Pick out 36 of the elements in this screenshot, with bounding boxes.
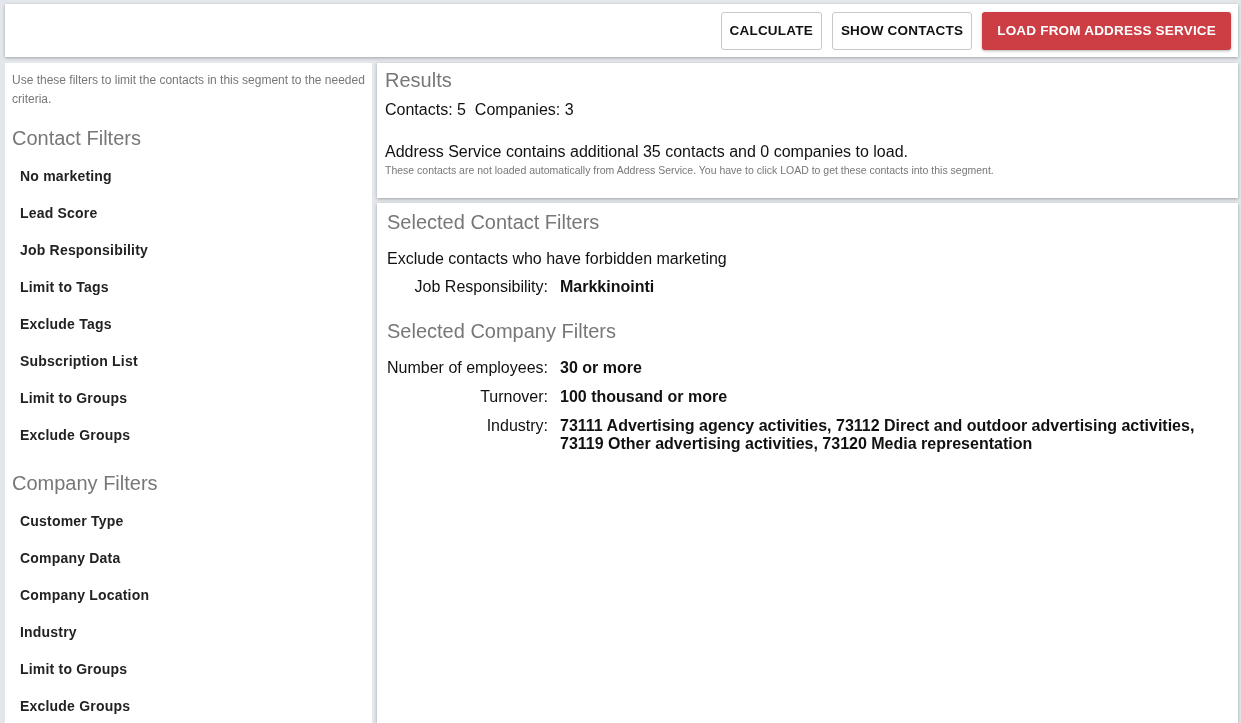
load-note: These contacts are not loaded automatically from Address Service. You have to click LOAD to get these contacts into this segment. bbox=[385, 164, 995, 176]
filter-label: Number of employees: bbox=[387, 359, 548, 377]
filter-value: 30 or more bbox=[560, 359, 643, 377]
action-button[interactable]: CALCULATE bbox=[720, 11, 822, 50]
load-button[interactable]: LOAD FROM ADDRESS SERVICE bbox=[982, 11, 1231, 50]
filter-item[interactable]: Exclude Groups bbox=[12, 417, 365, 454]
filter-item[interactable]: Lead Score bbox=[12, 195, 365, 232]
filter-label: Industry: bbox=[485, 417, 548, 436]
filter-item[interactable]: Exclude Groups bbox=[12, 688, 365, 723]
contacts-count: Contacts: 5 bbox=[385, 101, 466, 118]
filter-value: 73111 Advertising agency activities, 73112 Direct and outdoor advertising activities, 73119 Other advertising activities, 73120 Media representation bbox=[560, 417, 1196, 453]
section-title: Contact Filters bbox=[12, 127, 142, 150]
filter-item[interactable]: Company Location bbox=[12, 577, 365, 614]
filter-label: Turnover: bbox=[479, 388, 548, 406]
filter-item[interactable]: No marketing bbox=[12, 158, 365, 195]
filter-item[interactable]: Exclude Tags bbox=[12, 306, 365, 343]
action-button[interactable]: SHOW CONTACTS bbox=[831, 11, 973, 50]
companies-count: Companies: 3 bbox=[474, 101, 574, 118]
company-filters-title: Selected Company Filters bbox=[387, 320, 617, 343]
filter-item[interactable]: Limit to Groups bbox=[12, 651, 365, 688]
filter-item[interactable]: Subscription List bbox=[12, 343, 365, 380]
filter-item[interactable]: Customer Type bbox=[12, 503, 365, 540]
contact-filters-title: Selected Contact Filters bbox=[387, 211, 601, 234]
section-title: Company Filters bbox=[12, 472, 159, 495]
filter-label: Job Responsibility: bbox=[413, 278, 548, 296]
filter-value: Markkinointi bbox=[560, 278, 656, 296]
filter-item[interactable]: Limit to Groups bbox=[12, 380, 365, 417]
filter-item[interactable]: Job Responsibility bbox=[12, 232, 365, 269]
sidebar-intro: Use these filters to limit the contacts in this segment to the needed criteria. bbox=[12, 72, 365, 108]
filter-item[interactable]: Company Data bbox=[12, 540, 365, 577]
filter-value: 100 thousand or more bbox=[560, 388, 729, 406]
filter-item[interactable]: Industry bbox=[12, 614, 365, 651]
filter-item[interactable]: Limit to Tags bbox=[12, 269, 365, 306]
filter-statement: Exclude contacts who have forbidden marketing bbox=[387, 250, 728, 268]
results-title: Results bbox=[385, 69, 453, 92]
address-service-text: Address Service contains additional 35 contacts and 0 companies to load. bbox=[385, 143, 909, 161]
